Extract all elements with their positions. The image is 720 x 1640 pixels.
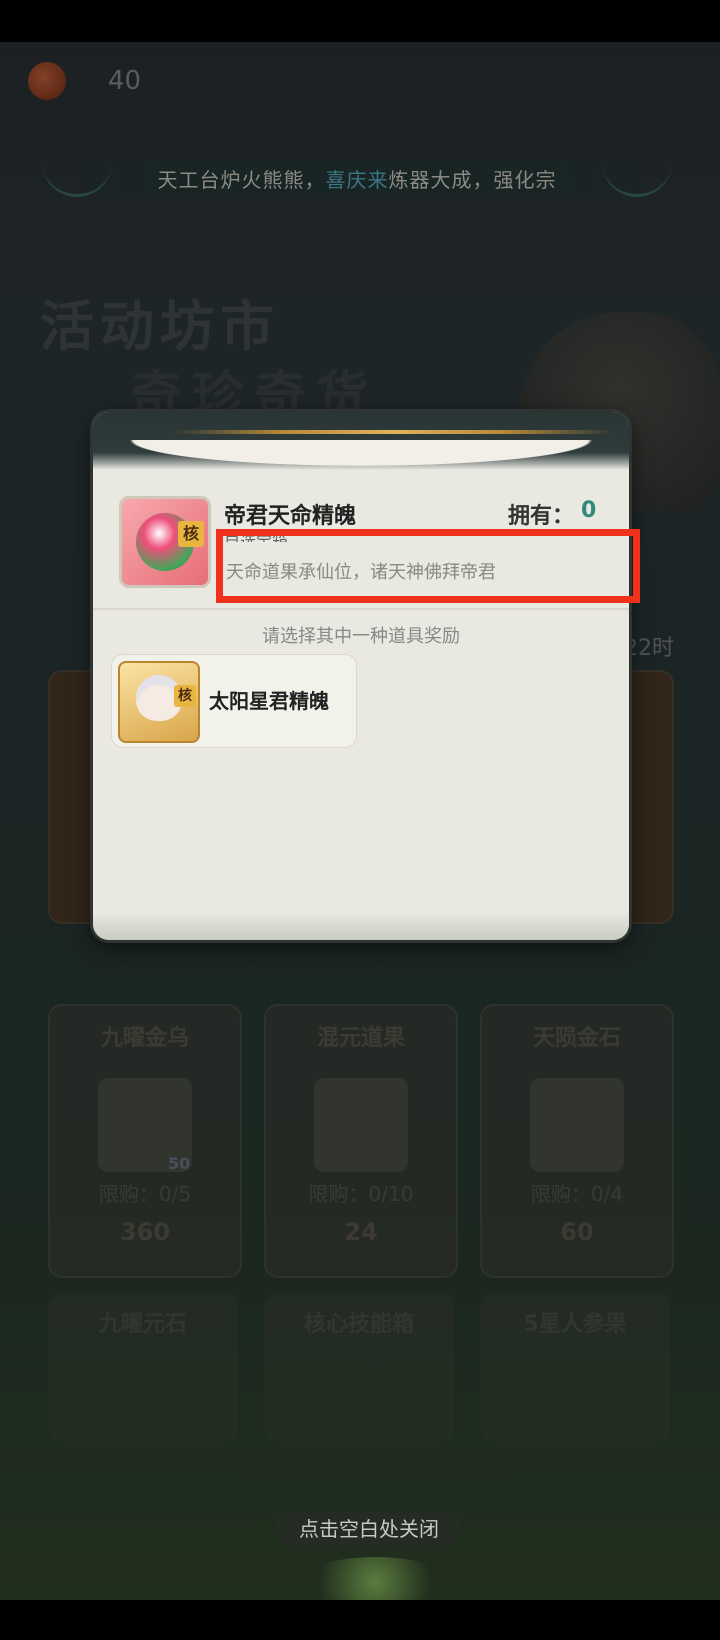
banner-text-end: 炼器大成，强化宗 [388,168,557,192]
banner-text-highlight: 喜庆来 [325,168,389,192]
item-description: 天命道果承仙位，诸天神佛拜帝君 [226,562,496,583]
owned-count: 0 [581,498,597,523]
choose-prompt: 请选择其中一种道具奖励 [262,626,460,647]
shop-card[interactable]: 天陨金石 限购：0/4 60 [480,1004,674,1278]
item-count-badge: 50 [168,1154,191,1173]
purchase-limit: 限购：0/10 [308,1182,414,1206]
banner-text: 天工台炉火熊熊，喜庆来炼器大成，强化宗 [42,164,672,193]
card-price: 360 [119,1218,171,1246]
currency-value: 40 [108,66,142,96]
shop-card[interactable]: 5星人参果 [480,1292,670,1442]
reward-name: 太阳星君精魄 [209,689,329,713]
shop-card[interactable]: 九曜金乌 50 限购：0/5 360 [48,1004,242,1278]
dialog-header [93,412,629,470]
navigation-bar [0,1600,720,1640]
purchase-limit: 限购：0/5 [98,1182,192,1206]
item-subtitle: 自选宝箱 [224,532,289,542]
purchase-limit: 限购：0/4 [530,1182,624,1206]
card-title: 九曜元石 [98,1312,187,1337]
card-title: 天陨金石 [532,1026,621,1051]
owned-label: 拥有： [508,504,575,529]
divider [93,608,629,610]
dao-fruit-icon [314,1078,408,1172]
header-decoration [173,430,613,434]
dialog-footer [93,912,629,940]
countdown-timer: 22时 [624,636,674,661]
cloud-decoration-icon [300,1557,450,1600]
card-title: 九曜金乌 [100,1026,189,1051]
shop-card[interactable]: 九曜元石 [48,1292,238,1442]
item-name: 帝君天命精魄 [224,504,357,529]
close-hint[interactable]: 点击空白处关闭 [276,1512,462,1546]
shop-card[interactable]: 核心技能箱 [264,1292,454,1442]
card-price: 24 [344,1218,378,1246]
reward-option[interactable]: 核 太阳星君精魄 [111,654,357,748]
meteor-stone-icon [530,1078,624,1172]
status-bar [0,0,720,42]
card-title: 5星人参果 [523,1312,627,1337]
announcement-banner: 天工台炉火熊熊，喜庆来炼器大成，强化宗 [42,154,672,200]
cloud-wave-decoration [93,440,629,470]
page-title: 活动坊市 [40,294,280,358]
reward-icon: 核 [118,661,200,743]
item-icon: 核 [119,496,211,588]
currency-display: 40 [28,62,178,102]
item-detail-dialog: 核 帝君天命精魄 拥有： 0 自选宝箱 天命道果承仙位，诸天神佛拜帝君 请选择其… [93,412,629,940]
coin-icon [28,62,66,100]
card-title: 核心技能箱 [303,1312,414,1337]
card-title: 混元道果 [316,1026,405,1051]
shop-card[interactable]: 混元道果 限购：0/10 24 [264,1004,458,1278]
core-tag-icon: 核 [178,521,204,547]
core-tag-icon: 核 [174,685,196,707]
banner-text-start: 天工台炉火熊熊， [157,168,326,192]
card-price: 60 [560,1218,594,1246]
